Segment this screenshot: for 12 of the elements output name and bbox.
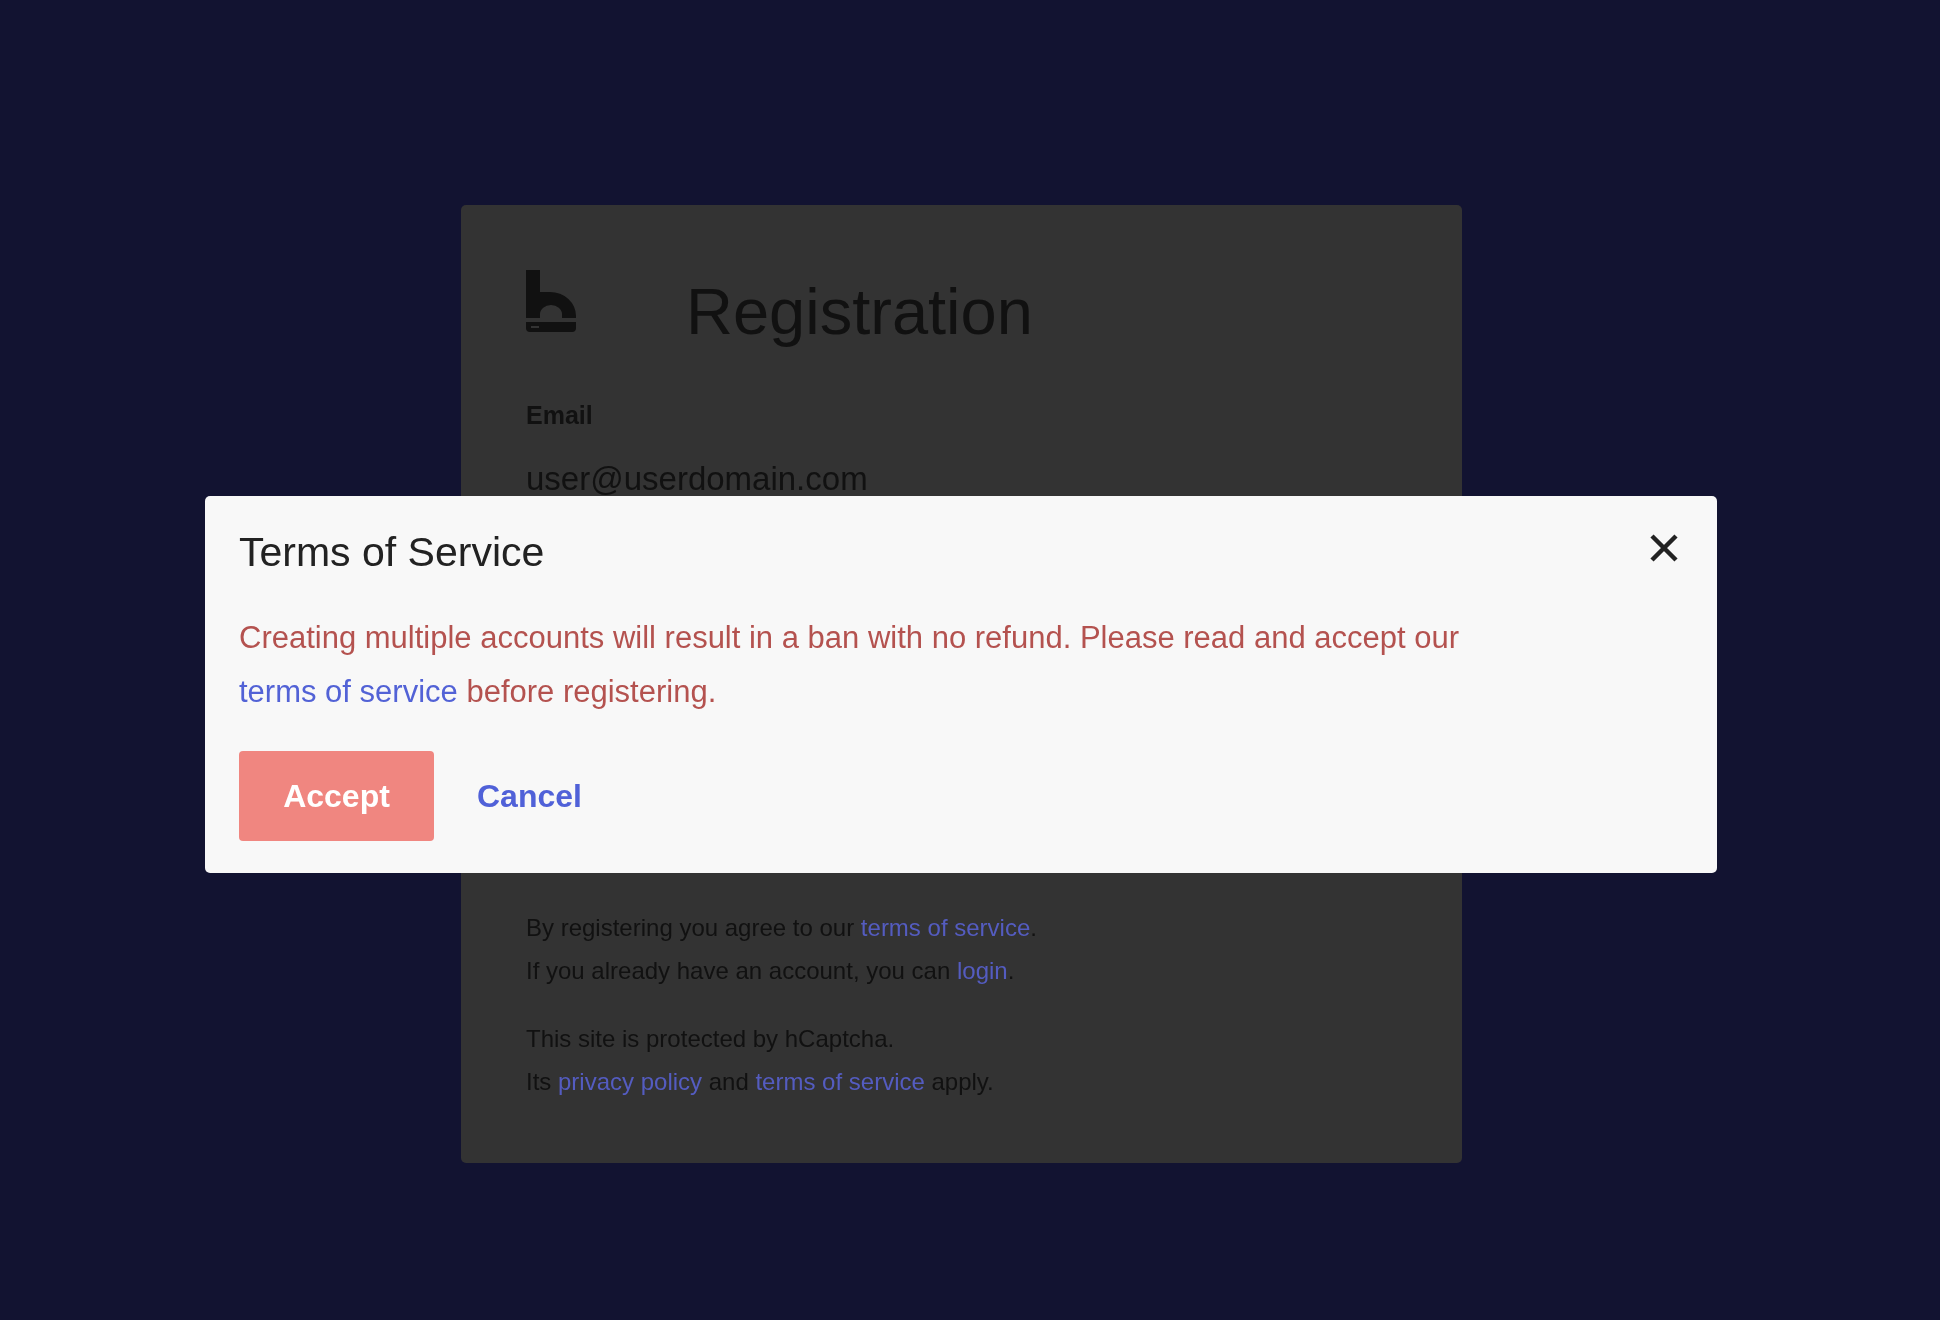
dialog-title: Terms of Service [239, 528, 545, 576]
accept-button[interactable]: Accept [239, 751, 434, 841]
inline-link[interactable]: terms of service [239, 674, 458, 709]
inline-link[interactable]: privacy policy [558, 1068, 703, 1095]
close-button[interactable] [1649, 533, 1679, 563]
warning-message: Creating multiple accounts will result in a ban with no refund. Please read and accept our terms of service before registering. [239, 619, 1461, 711]
close-icon [1649, 533, 1679, 563]
inline-link[interactable]: terms of service [860, 914, 1031, 941]
inline-link[interactable]: login [956, 957, 1008, 984]
logo-icon [526, 270, 576, 332]
cancel-button[interactable]: Cancel [477, 777, 582, 815]
inline-link[interactable]: terms of service [755, 1068, 925, 1095]
